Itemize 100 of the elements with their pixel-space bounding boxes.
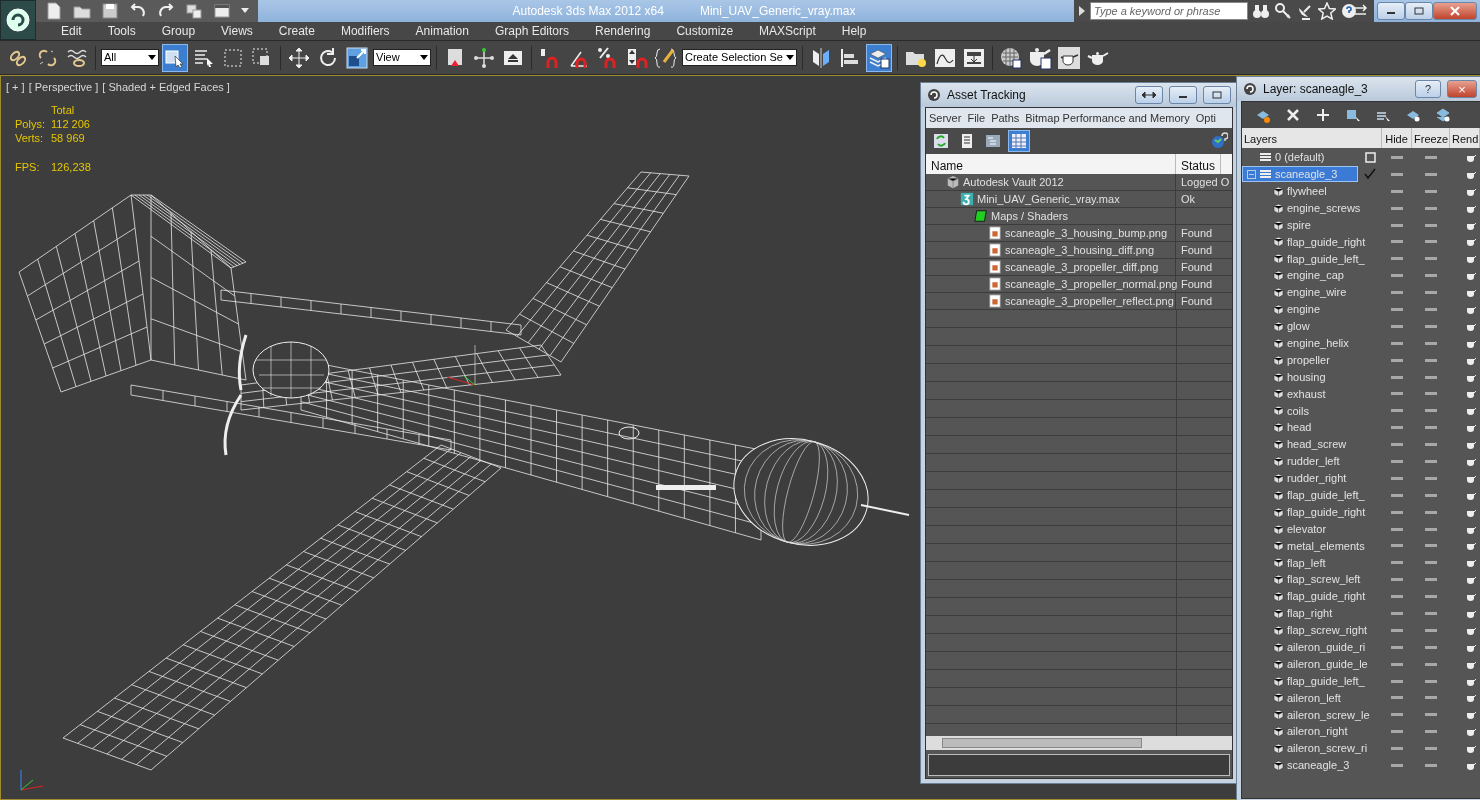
object-name[interactable]: coils [1287,402,1309,420]
teapot-icon[interactable] [1466,338,1476,348]
teapot-icon[interactable] [1466,490,1476,500]
binoculars-icon[interactable] [1252,2,1270,20]
hide-toggle[interactable] [1391,358,1403,362]
teapot-icon[interactable] [1466,372,1476,382]
teapot-icon[interactable] [1466,524,1476,534]
object-name[interactable]: head_screw [1287,436,1347,453]
freeze-toggle[interactable] [1425,713,1437,717]
freeze-toggle[interactable] [1425,476,1437,480]
object-name[interactable]: housing [1287,368,1326,386]
asset-name[interactable]: Mini_UAV_Generic_vray.max [977,190,1120,208]
object-name[interactable]: exhaust [1287,385,1326,403]
hide-toggle[interactable] [1391,476,1403,480]
asset-name[interactable]: scaneagle_3_propeller_diff.png [1005,258,1159,276]
freeze-toggle[interactable] [1425,628,1437,632]
object-name[interactable]: flap_guide_left_ [1287,672,1365,690]
teapot-icon[interactable] [1466,254,1476,264]
freeze-toggle[interactable] [1425,324,1437,328]
hide-toggle[interactable] [1391,307,1403,311]
freeze-toggle[interactable] [1425,409,1437,413]
freeze-toggle[interactable] [1425,730,1437,734]
hide-toggle[interactable] [1391,274,1403,278]
menu-item[interactable]: Opti [1192,109,1219,127]
asset-name[interactable]: Autodesk Vault 2012 [963,173,1064,191]
freeze-toggle[interactable] [1425,696,1437,700]
close-button[interactable]: × [1447,80,1477,98]
freeze-toggle[interactable] [1425,612,1437,615]
freeze-toggle[interactable] [1425,189,1437,193]
hide-toggle[interactable] [1391,730,1403,734]
hide-toggle[interactable] [1391,443,1403,447]
freeze-toggle[interactable] [1425,561,1437,565]
checkmark-icon[interactable] [1364,168,1376,181]
freeze-toggle[interactable] [1425,307,1437,311]
menu-item[interactable]: Paths [988,109,1023,127]
dropdown-field[interactable]: All [101,49,159,66]
hide-toggle[interactable] [1391,291,1403,295]
menu-item[interactable]: Group [148,22,209,40]
column-header[interactable]: Freeze [1412,128,1450,148]
hide-toggle[interactable] [1391,510,1403,514]
freeze-toggle[interactable] [1425,578,1437,582]
teapot-icon[interactable] [1466,473,1476,483]
layer-row[interactable]: 0 (default) [1242,149,1358,166]
asset-name[interactable]: scaneagle_3_housing_bump.png [1005,224,1168,242]
app-menu-button[interactable] [0,0,36,40]
freeze-toggle[interactable] [1425,595,1437,599]
object-name[interactable]: flap_guide_right [1287,233,1366,251]
hide-toggle[interactable] [1391,747,1403,751]
menu-item[interactable]: Graph Editors [481,22,582,40]
object-name[interactable]: engine [1287,301,1321,318]
hide-toggle[interactable] [1391,696,1403,700]
teapot-icon[interactable] [1466,693,1476,703]
freeze-toggle[interactable] [1425,459,1437,463]
hide-toggle[interactable] [1391,409,1403,413]
teapot-icon[interactable] [1466,558,1476,568]
menu-item[interactable]: Animation [402,22,482,40]
asset-name[interactable]: scaneagle_3_housing_diff.png [1005,241,1155,259]
dropdown-field[interactable]: View [373,49,431,66]
column-header[interactable]: Status [1176,154,1222,174]
expand-arrow-icon[interactable] [1078,5,1086,17]
object-name[interactable]: spire [1287,216,1311,234]
hide-toggle[interactable] [1391,561,1403,565]
help-globe-icon[interactable] [1210,132,1228,150]
viewport-menu-label[interactable]: [ Shaded + Edged Faces ] [102,79,230,96]
menu-item[interactable]: Server [926,109,965,127]
freeze-toggle[interactable] [1425,206,1437,210]
table-view-button[interactable] [1008,130,1030,152]
object-name[interactable]: aileron_guide_ri [1287,639,1366,656]
teapot-icon[interactable] [1466,288,1476,298]
freeze-toggle[interactable] [1425,341,1437,345]
freeze-toggle[interactable] [1425,426,1437,430]
hide-toggle[interactable] [1391,206,1403,210]
hide-toggle[interactable] [1391,324,1403,328]
viewport-menu-label[interactable]: [ + ] [6,79,25,96]
hide-toggle[interactable] [1391,189,1403,193]
freeze-toggle[interactable] [1425,510,1437,514]
object-name[interactable]: flap_guide_right [1287,503,1366,521]
teapot-icon[interactable] [1466,625,1476,635]
object-name[interactable]: engine_cap [1287,267,1344,284]
hide-toggle[interactable] [1391,375,1403,379]
asset-name[interactable]: scaneagle_3_propeller_reflect.png [1005,292,1174,310]
object-name[interactable]: aileron_left [1287,689,1341,707]
freeze-toggle[interactable] [1425,527,1437,531]
dropdown-field[interactable]: Create Selection Se [682,49,797,66]
object-name[interactable]: aileron_screw_le [1287,706,1370,724]
teapot-icon[interactable] [1466,609,1476,618]
column-header[interactable]: Layers [1242,128,1382,148]
freeze-toggle[interactable] [1425,257,1437,261]
teapot-icon[interactable] [1466,237,1476,247]
teapot-icon[interactable] [1466,456,1476,466]
teapot-icon[interactable] [1466,389,1476,399]
hide-toggle[interactable] [1391,595,1403,599]
hide-toggle[interactable] [1391,713,1403,717]
horizontal-scrollbar[interactable] [926,736,1232,750]
menu-item[interactable]: Edit [48,22,95,40]
minimize-button[interactable] [1377,2,1405,20]
teapot-icon[interactable] [1466,271,1476,281]
menu-item[interactable]: Rendering [582,22,664,40]
object-name[interactable]: rudder_left [1287,453,1340,470]
hide-toggle[interactable] [1391,493,1403,497]
